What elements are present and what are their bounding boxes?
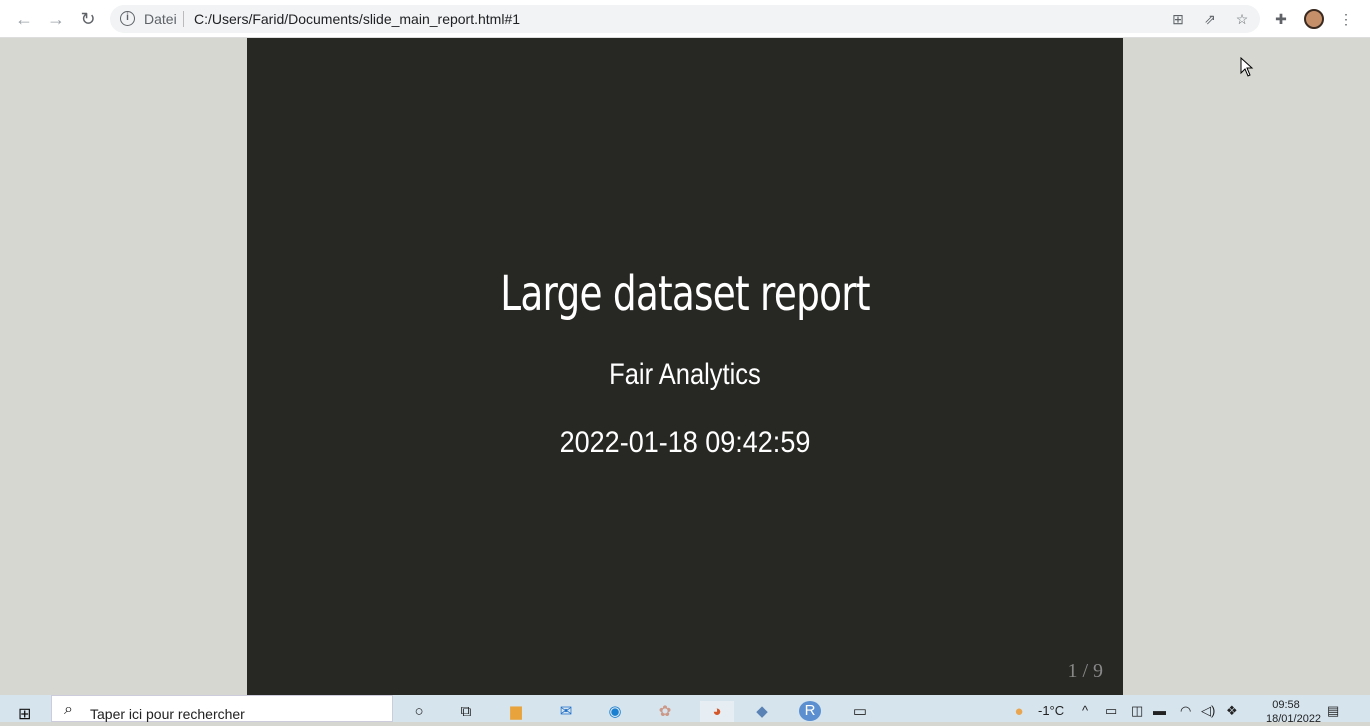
weather-temp[interactable]: -1°C (1038, 703, 1064, 718)
cortana-icon[interactable]: ○ (407, 701, 431, 722)
chrome-icon[interactable]: ◕ (700, 701, 734, 722)
weather-icon: ● (1014, 703, 1024, 720)
battery-icon[interactable]: ▬ (1153, 703, 1166, 718)
slide-author: Fair Analytics (609, 358, 761, 391)
bookmark-star-icon[interactable]: ☆ (1232, 9, 1252, 29)
search-placeholder: Taper ici pour rechercher (90, 706, 245, 722)
monitor-app-icon[interactable]: ▭ (848, 701, 872, 722)
site-info-label: Datei (144, 11, 177, 27)
wifi-icon[interactable]: ◠ (1180, 703, 1191, 719)
reload-button[interactable]: ↻ (76, 7, 100, 31)
extensions-icon[interactable]: ✚ (1271, 9, 1291, 29)
tray-chevron-icon[interactable]: ^ (1082, 703, 1088, 718)
app-icon[interactable]: ✿ (653, 701, 677, 722)
slide-date: 2022-01-18 09:42:59 (559, 426, 811, 459)
rstudio-tools-icon[interactable]: ◆ (750, 701, 774, 722)
dropbox-icon[interactable]: ❖ (1226, 703, 1238, 719)
volume-icon[interactable]: ◁) (1201, 703, 1215, 719)
divider (183, 11, 184, 27)
task-view-icon[interactable]: ⧉ (454, 701, 478, 722)
mouse-cursor-icon (1240, 57, 1254, 77)
taskbar-search[interactable]: ⌕ Taper ici pour rechercher (51, 695, 393, 722)
mail-icon[interactable]: ✉ (554, 701, 578, 722)
windows-start-icon[interactable]: ⊞ (18, 704, 31, 724)
translate-icon[interactable]: ⊞ (1168, 9, 1188, 29)
menu-icon[interactable]: ⋮ (1336, 9, 1356, 29)
edge-icon[interactable]: ◉ (603, 701, 627, 722)
address-bar[interactable]: i Datei C:/Users/Farid/Documents/slide_m… (110, 5, 1260, 33)
taskbar: ⊞ ⌕ Taper ici pour rechercher ○ ⧉ ▆ ✉ ◉ … (0, 695, 1370, 725)
r-icon[interactable]: R (799, 701, 821, 721)
url-text[interactable]: C:/Users/Farid/Documents/slide_main_repo… (194, 11, 520, 27)
notifications-icon[interactable]: ▤ (1327, 703, 1339, 719)
browser-toolbar: ← → ↻ i Datei C:/Users/Farid/Documents/s… (0, 0, 1370, 38)
search-icon: ⌕ (64, 701, 73, 718)
file-explorer-icon[interactable]: ▆ (504, 701, 528, 722)
forward-button[interactable]: → (44, 7, 68, 31)
display-icon[interactable]: ▭ (1105, 703, 1117, 719)
clock-time: 09:58 (1272, 699, 1300, 711)
share-icon[interactable]: ⇗ (1200, 9, 1220, 29)
clock-date: 18/01/2022 (1266, 713, 1322, 725)
info-icon[interactable]: i (120, 11, 135, 26)
slide-title: Large dataset report (500, 266, 870, 322)
slide: Large dataset report Fair Analytics 2022… (247, 38, 1123, 695)
profile-avatar[interactable] (1304, 9, 1324, 29)
back-button[interactable]: ← (12, 7, 36, 31)
camera-icon[interactable]: ◫ (1131, 703, 1143, 719)
page-number: 1 / 9 (1067, 660, 1103, 682)
